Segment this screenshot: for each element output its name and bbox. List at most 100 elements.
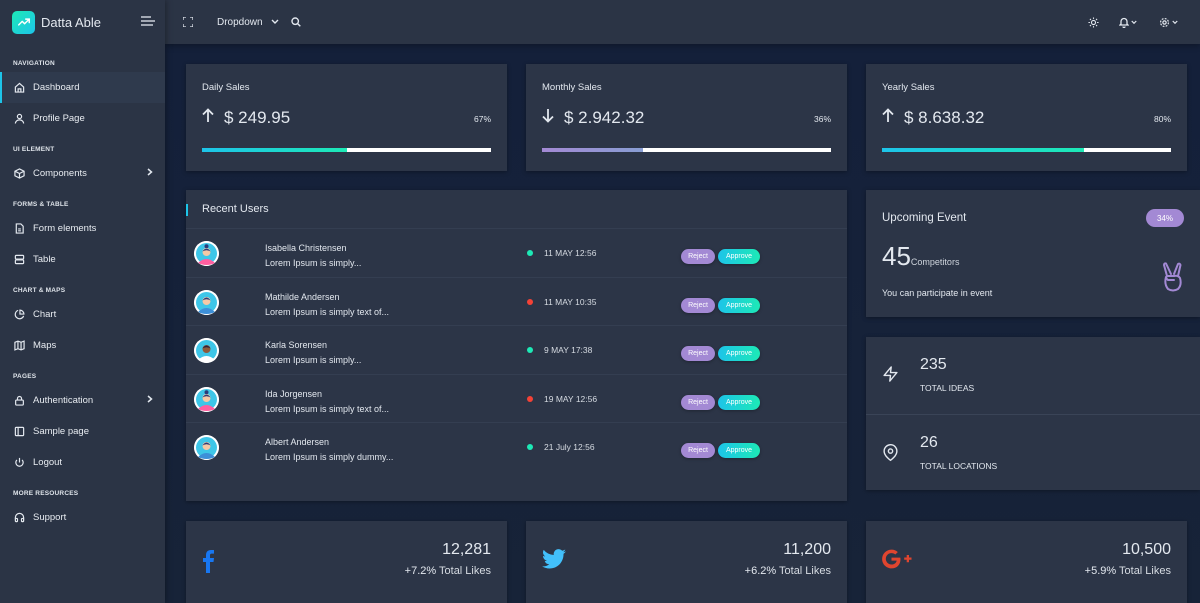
sidebar-item-authentication[interactable]: Authentication: [0, 385, 165, 416]
dropdown-label: Dropdown: [217, 16, 263, 28]
sales-card-percent: 67%: [473, 114, 491, 124]
sidebar-item-table[interactable]: Table: [0, 244, 165, 275]
approve-button[interactable]: Approve: [718, 297, 760, 313]
status-dot: [527, 250, 533, 256]
approve-button[interactable]: Approve: [718, 394, 760, 410]
nav-section-caption: FORMS & TABLE: [13, 200, 69, 208]
chevron-down-icon: [271, 19, 279, 24]
settings-button[interactable]: [1159, 17, 1178, 28]
avatar: [194, 338, 219, 363]
sidebar: Datta Able NAVIGATION Dashboard Profile Pa…: [0, 0, 165, 603]
avatar: [194, 435, 219, 460]
social-card-twitter: 11,200 +6.2% Total Likes: [526, 521, 847, 603]
user-row: Mathilde Andersen Lorem Ipsum is simply t…: [186, 276, 847, 325]
sales-progress-bar: [202, 148, 347, 152]
fullscreen-icon[interactable]: [183, 17, 193, 27]
user-name: Isabella Christensen: [265, 243, 347, 253]
sidebar-item-label: Support: [33, 512, 67, 523]
sales-amount-value: $ 8.638.32: [904, 108, 985, 127]
stat-label: TOTAL LOCATIONS: [920, 461, 998, 471]
sidebar-item-label: Dashboard: [33, 82, 80, 93]
sidebar-item-support[interactable]: Support: [0, 502, 165, 533]
sidebar-item-dashboard[interactable]: Dashboard: [0, 72, 165, 103]
arrow-up-icon: [202, 108, 214, 128]
reject-button[interactable]: Reject: [681, 394, 715, 410]
sales-progress: [542, 148, 831, 152]
stat-row: 235 TOTAL IDEAS: [866, 337, 1200, 414]
sidebar-item-label: Table: [33, 254, 56, 265]
event-count-value: 45: [882, 241, 911, 271]
sidebar-item-label: Profile Page: [33, 113, 85, 124]
sidebar-item-maps[interactable]: Maps: [0, 330, 165, 361]
sales-card-percent: 80%: [1153, 114, 1171, 124]
sidebar-item-logout[interactable]: Logout: [0, 447, 165, 478]
pie-chart-icon: [13, 309, 25, 321]
user-message: Lorem Ipsum is simply text of...: [265, 403, 390, 414]
sidebar-item-sample-page[interactable]: Sample page: [0, 416, 165, 447]
brand-logo-icon[interactable]: [12, 10, 35, 34]
status-dot: [527, 444, 533, 450]
chevron-right-icon: [147, 168, 153, 179]
user-name: Karla Sorensen: [265, 340, 328, 350]
user-date: 21 July 12:56: [527, 442, 595, 452]
box-icon: [13, 168, 25, 180]
sidebar-item-components[interactable]: Components: [0, 158, 165, 189]
reject-button[interactable]: Reject: [681, 249, 715, 264]
social-card-google-plus: 10,500 +5.9% Total Likes: [866, 521, 1187, 603]
sales-amount-value: $ 249.95: [224, 108, 291, 127]
sales-card-title: Yearly Sales: [882, 82, 935, 93]
event-title: Upcoming Event: [882, 212, 967, 224]
sidebar-item-profile-page[interactable]: Profile Page: [0, 103, 165, 134]
user-name: Mathilde Andersen: [265, 291, 340, 302]
user-row: Karla Sorensen Lorem Ipsum is simply... 9 …: [186, 325, 847, 373]
arrow-up-icon: [882, 108, 894, 128]
notifications-button[interactable]: [1119, 17, 1137, 28]
sidebar-icon: [13, 426, 25, 438]
reject-button[interactable]: Reject: [681, 346, 715, 361]
user-date-text: 11 MAY 12:56: [544, 248, 597, 258]
sales-card-amount: $ 249.95: [202, 108, 290, 128]
sidebar-item-chart[interactable]: Chart: [0, 299, 165, 330]
map-icon: [13, 340, 25, 352]
approve-button[interactable]: Approve: [718, 346, 760, 361]
approve-button[interactable]: Approve: [718, 249, 760, 264]
sales-progress: [882, 148, 1171, 152]
settings-icon: [1159, 17, 1170, 27]
sidebar-item-form-elements[interactable]: Form elements: [0, 213, 165, 244]
search-icon[interactable]: [290, 17, 301, 27]
stat-value: 235: [920, 356, 947, 373]
reject-button[interactable]: Reject: [681, 297, 715, 313]
user-message: Lorem Ipsum is simply text of...: [265, 306, 390, 317]
nav-section-caption: CHART & MAPS: [13, 286, 66, 294]
menu-toggle-icon[interactable]: [141, 13, 155, 31]
main-content: Daily Sales $ 249.95 67% Monthly Sales $ 2.9…: [165, 44, 1200, 603]
user-date: 11 MAY 10:35: [527, 297, 596, 307]
sales-progress-bar: [542, 148, 644, 152]
sales-card-title: Daily Sales: [202, 82, 250, 93]
brand: Datta Able: [0, 0, 165, 44]
dropdown-menu[interactable]: Dropdown: [217, 17, 279, 28]
reject-button[interactable]: Reject: [681, 443, 715, 458]
headphones-icon: [13, 512, 25, 524]
status-dot: [527, 347, 533, 353]
sidebar-item-label: Components: [33, 168, 87, 179]
sidebar-item-label: Form elements: [33, 223, 97, 234]
card-accent: [186, 204, 188, 216]
top-header: Dropdown: [165, 0, 1200, 44]
nav-section-caption: PAGES: [13, 372, 37, 380]
user-message: Lorem Ipsum is simply...: [265, 355, 362, 365]
sales-progress: [202, 148, 491, 152]
sales-card: Yearly Sales $ 8.638.32 80%: [866, 64, 1187, 171]
sun-icon[interactable]: [1088, 16, 1099, 28]
nav-section-caption: MORE RESOURCES: [13, 489, 79, 497]
status-dot: [527, 298, 533, 305]
sales-card-title: Monthly Sales: [542, 82, 602, 93]
sidebar-item-label: Logout: [33, 457, 63, 468]
social-change-label: Total Likes: [1119, 565, 1171, 577]
sidebar-item-label: Sample page: [33, 426, 89, 437]
user-date-text: 9 MAY 17:38: [544, 345, 593, 355]
twitter-icon: [542, 549, 566, 574]
stat-value: 26: [920, 434, 938, 451]
sales-progress-bar: [882, 148, 1085, 152]
approve-button[interactable]: Approve: [718, 443, 760, 458]
